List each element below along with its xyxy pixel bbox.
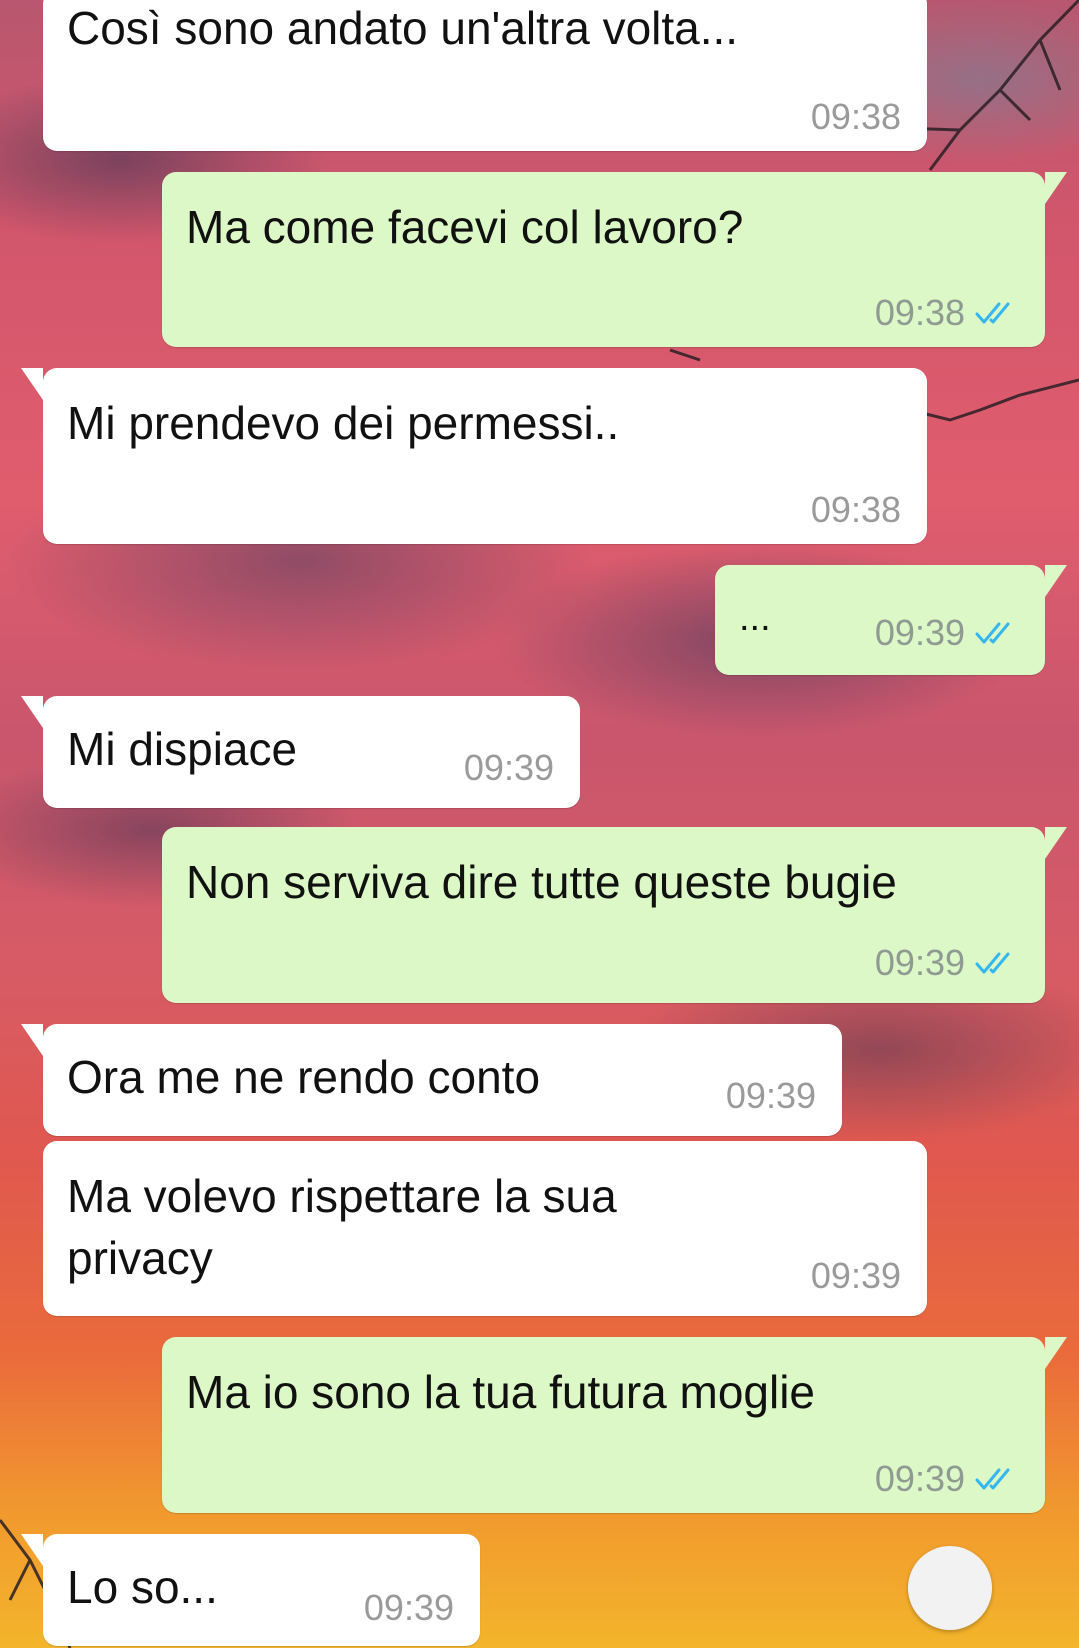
message-outgoing[interactable]: Ma come facevi col lavoro? 09:38 [162, 172, 1067, 347]
message-meta: 09:38 [875, 293, 1019, 333]
message-text: Così sono andato un'altra volta... [67, 2, 739, 54]
message-time: 09:38 [874, 292, 965, 333]
message-text: Lo so... [67, 1561, 218, 1613]
message-text: Mi dispiace [67, 723, 298, 775]
message-incoming[interactable]: Lo so... 09:39 [21, 1534, 480, 1646]
message-text: Ma volevo rispettare la sua privacy [67, 1170, 617, 1284]
message-meta: 09:38 [811, 97, 901, 137]
message-time: 09:39 [874, 1458, 965, 1499]
message-outgoing[interactable]: Non serviva dire tutte queste bugie 09:3… [162, 827, 1067, 1003]
message-text: Ma come facevi col lavoro? [186, 201, 744, 253]
message-time: 09:39 [874, 612, 965, 653]
message-meta: 09:39 [811, 1256, 901, 1296]
message-text: Non serviva dire tutte queste bugie [186, 856, 897, 908]
message-time: 09:39 [725, 1075, 816, 1116]
scroll-down-button[interactable] [908, 1546, 992, 1630]
message-incoming[interactable]: Mi dispiace 09:39 [21, 696, 580, 808]
message-time: 09:39 [874, 942, 965, 983]
message-meta: 09:39 [875, 1459, 1019, 1499]
message-meta: 09:38 [811, 490, 901, 530]
message-time: 09:38 [810, 489, 901, 530]
message-time: 09:39 [363, 1587, 454, 1628]
double-check-icon [975, 952, 1010, 974]
double-check-icon [975, 1468, 1010, 1490]
message-meta: 09:39 [726, 1076, 816, 1116]
message-outgoing[interactable]: Ma io sono la tua futura moglie 09:39 [162, 1337, 1067, 1513]
message-meta: 09:39 [875, 613, 1019, 653]
message-meta: 09:39 [364, 1588, 454, 1628]
message-meta: 09:39 [875, 943, 1019, 983]
message-text: ... [739, 597, 771, 639]
double-check-icon [975, 302, 1010, 324]
message-time: 09:39 [810, 1255, 901, 1296]
message-outgoing[interactable]: ... 09:39 [715, 565, 1067, 675]
message-meta: 09:39 [464, 748, 554, 788]
message-time: 09:38 [810, 96, 901, 137]
double-check-icon [975, 622, 1010, 644]
message-incoming[interactable]: Mi prendevo dei permessi.. 09:38 [21, 368, 927, 544]
message-incoming[interactable]: Così sono andato un'altra volta... 09:38 [43, 0, 927, 151]
message-text: Ma io sono la tua futura moglie [186, 1366, 816, 1418]
message-text: Ora me ne rendo conto [67, 1051, 541, 1103]
message-time: 09:39 [463, 747, 554, 788]
message-incoming[interactable]: Ora me ne rendo conto 09:39 [21, 1024, 842, 1136]
message-incoming[interactable]: Ma volevo rispettare la sua privacy 09:3… [43, 1141, 927, 1316]
message-text: Mi prendevo dei permessi.. [67, 397, 620, 449]
